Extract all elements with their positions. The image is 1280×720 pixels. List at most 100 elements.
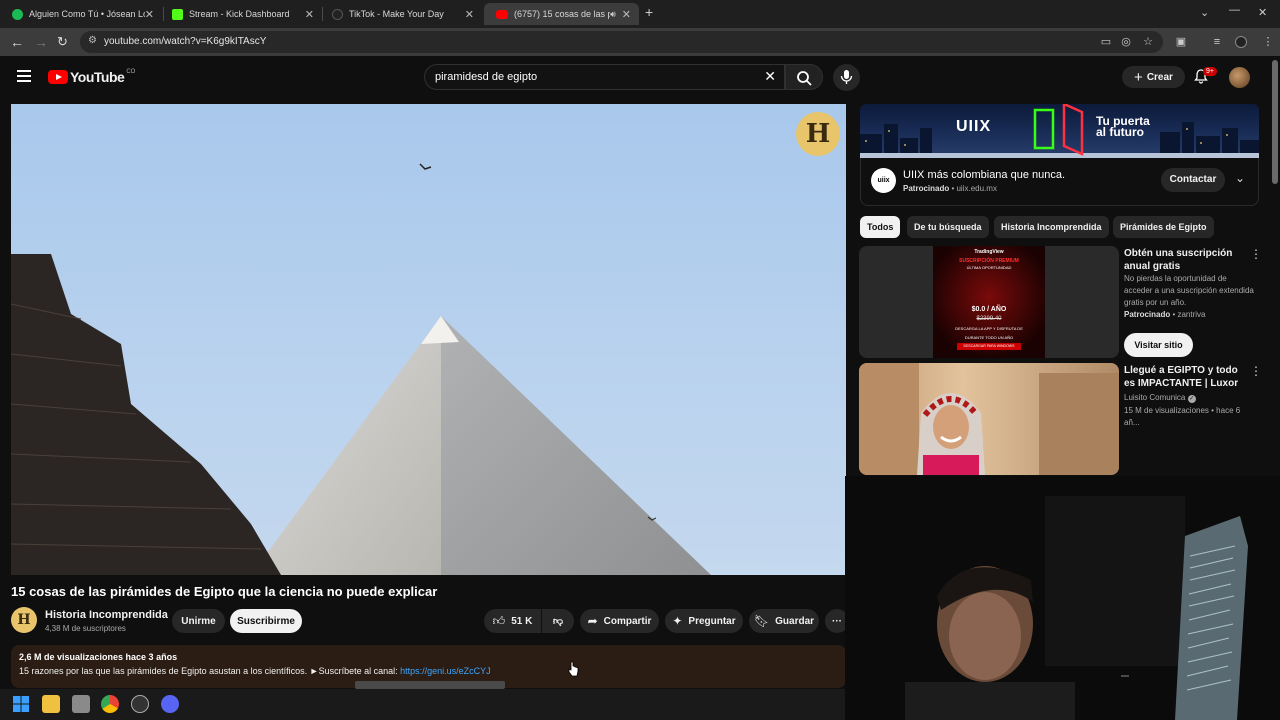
address-bar[interactable]: ⚙︎ youtube.com/watch?v=K6g9kITAscY ▭ ◎ ☆ <box>80 31 1163 53</box>
close-icon[interactable]: ✕ <box>305 8 314 21</box>
like-count: 51 K <box>511 615 533 627</box>
clear-search-icon[interactable]: ✕ <box>764 68 776 85</box>
obs-icon[interactable] <box>131 695 149 713</box>
tab-youtube[interactable]: (6757) 15 cosas de las pirám 🔊︎ ✕ <box>484 3 639 25</box>
hamburger-menu-icon[interactable] <box>17 70 31 82</box>
window-close-button[interactable]: ✕ <box>1258 6 1267 19</box>
contact-button[interactable]: Contactar <box>1161 168 1225 192</box>
rec-channel-line[interactable]: Luisito Comunica ✓ <box>1124 392 1254 404</box>
close-icon[interactable]: ✕ <box>465 8 474 21</box>
more-vertical-icon[interactable]: ⋮ <box>1250 247 1262 261</box>
new-tab-button[interactable]: + <box>645 4 653 20</box>
microphone-icon <box>840 70 853 84</box>
extensions-icon[interactable]: ▣ <box>1175 36 1187 48</box>
app-icon[interactable] <box>72 695 90 713</box>
browser-menu-icon[interactable]: ⋮ <box>1262 36 1274 48</box>
tooltip-fragment <box>355 681 505 689</box>
rec-title[interactable]: Obtén una suscripción anual gratis <box>1124 247 1246 273</box>
more-vertical-icon[interactable]: ⋮ <box>1250 364 1262 378</box>
save-button[interactable]: 🔖︎ Guardar <box>749 609 819 633</box>
rec-thumbnail[interactable]: TradingView SUSCRIPCIÓN PREMIUM ÚLTIMA O… <box>859 246 1119 358</box>
eye-off-icon[interactable]: ◎ <box>1120 36 1132 48</box>
share-button[interactable]: ➦ Compartir <box>580 609 659 633</box>
thumb-old-price: $2399.40 <box>976 316 1002 322</box>
back-button[interactable]: ← <box>10 34 24 50</box>
chrome-icon[interactable] <box>101 695 119 713</box>
video-player[interactable] <box>11 104 846 575</box>
tab-spotify[interactable]: Alguien Como Tú • Jósean Log ✕ <box>0 3 162 25</box>
account-avatar[interactable] <box>1229 67 1250 88</box>
media-icon[interactable]: ≡ <box>1211 36 1223 48</box>
thumb-sub: ÚLTIMA OPORTUNIDAD <box>966 265 1012 270</box>
search-button[interactable] <box>785 64 823 90</box>
thumbs-up-icon: 👍︎ <box>492 613 506 628</box>
page-scrollbar[interactable] <box>1272 60 1278 184</box>
kick-icon <box>172 8 183 20</box>
ad-banner-tagline: al futuro <box>1096 125 1144 139</box>
save-label: Guardar <box>775 615 815 627</box>
tab-tiktok[interactable]: TikTok - Make Your Day ✕ <box>320 3 482 25</box>
install-icon[interactable]: ▭ <box>1100 36 1112 48</box>
file-explorer-icon[interactable] <box>42 695 60 713</box>
description-text: 15 razones por las que las pirámides de … <box>19 666 491 676</box>
url-text[interactable]: youtube.com/watch?v=K6g9kITAscY <box>104 36 266 47</box>
windows-taskbar <box>0 689 845 720</box>
ad-logo: uiix <box>871 168 896 193</box>
youtube-icon <box>496 9 508 19</box>
visit-site-button[interactable]: Visitar sitio <box>1124 333 1193 357</box>
search-query[interactable]: piramidesd de egipto <box>435 71 537 83</box>
voice-search-button[interactable] <box>833 64 860 91</box>
more-horizontal-icon: ··· <box>832 615 842 627</box>
chevron-down-icon[interactable]: ⌄ <box>1235 171 1245 185</box>
profile-icon[interactable] <box>1235 36 1247 48</box>
tab-search-icon[interactable]: ⌄ <box>1200 6 1209 19</box>
tab-kick[interactable]: Stream - Kick Dashboard ✕ <box>160 3 322 25</box>
chip-channel[interactable]: Historia Incomprendida <box>994 216 1109 238</box>
reload-button[interactable]: ↻ <box>57 34 68 50</box>
youtube-logo[interactable]: YouTube CO <box>48 69 135 85</box>
description-link[interactable]: https://geni.us/eZcCYJ <box>400 666 491 676</box>
speaker-icon[interactable]: 🔊︎ <box>610 9 616 20</box>
forward-button[interactable]: → <box>34 34 48 50</box>
ad-banner-brand: UIIX <box>956 118 992 135</box>
channel-name[interactable]: Historia Incomprendida <box>45 609 168 621</box>
dislike-button[interactable]: 👎︎ <box>542 609 574 633</box>
chip-topic[interactable]: Pirámides de Egipto <box>1113 216 1214 238</box>
ad-banner[interactable]: UIIX Tu puerta al futuro <box>860 104 1259 158</box>
spotify-icon <box>12 8 23 20</box>
tab-title: Stream - Kick Dashboard <box>189 9 290 19</box>
rec-channel[interactable]: Luisito Comunica <box>1124 393 1185 402</box>
thumb-price: $0.0 / AÑO <box>971 306 1007 313</box>
ad-title[interactable]: UIIX más colombiana que nunca. <box>903 169 1065 181</box>
chip-from-search[interactable]: De tu búsqueda <box>907 216 989 238</box>
windows-start-icon[interactable] <box>12 695 30 713</box>
channel-watermark-logo[interactable]: H <box>796 112 840 156</box>
share-label: Compartir <box>603 615 652 627</box>
address-bar-row: ← → ↻ ⚙︎ youtube.com/watch?v=K6g9kITAscY… <box>0 28 1280 56</box>
bookmark-star-icon[interactable]: ☆ <box>1142 36 1154 48</box>
chip-all[interactable]: Todos <box>860 216 901 238</box>
channel-avatar[interactable]: H <box>11 607 37 633</box>
city-skyline-graphic <box>860 104 1259 158</box>
views-and-date: 2,6 M de visualizaciones hace 3 años <box>19 652 178 662</box>
subscribe-button[interactable]: Suscribirme <box>230 609 302 633</box>
share-icon: ➦ <box>587 614 598 628</box>
join-button[interactable]: Unirme <box>172 609 225 633</box>
ad-card[interactable]: uiix UIIX más colombiana que nunca. Patr… <box>860 158 1259 206</box>
like-button[interactable]: 👍︎ 51 K <box>484 609 541 633</box>
search-input[interactable]: piramidesd de egipto ✕ <box>424 64 785 90</box>
minimize-button[interactable]: — <box>1229 4 1240 16</box>
streamer-webcam-feed <box>845 476 1280 720</box>
rec-thumbnail[interactable] <box>859 363 1119 475</box>
ask-button[interactable]: ✦ Preguntar <box>665 609 743 633</box>
site-info-icon[interactable]: ⚙︎ <box>88 35 97 46</box>
close-icon[interactable]: ✕ <box>622 8 631 21</box>
create-button[interactable]: + Crear <box>1122 66 1185 88</box>
rec-title[interactable]: Llegué a EGIPTO y todo es IMPACTANTE | L… <box>1124 364 1246 390</box>
close-icon[interactable]: ✕ <box>145 8 154 21</box>
discord-icon[interactable] <box>161 695 179 713</box>
sponsored-label: Patrocinado <box>903 184 950 193</box>
youtube-header: YouTube CO piramidesd de egipto ✕ + Crea… <box>0 56 1280 100</box>
tab-title: (6757) 15 cosas de las pirám <box>514 9 611 19</box>
youtube-play-icon <box>48 70 68 84</box>
